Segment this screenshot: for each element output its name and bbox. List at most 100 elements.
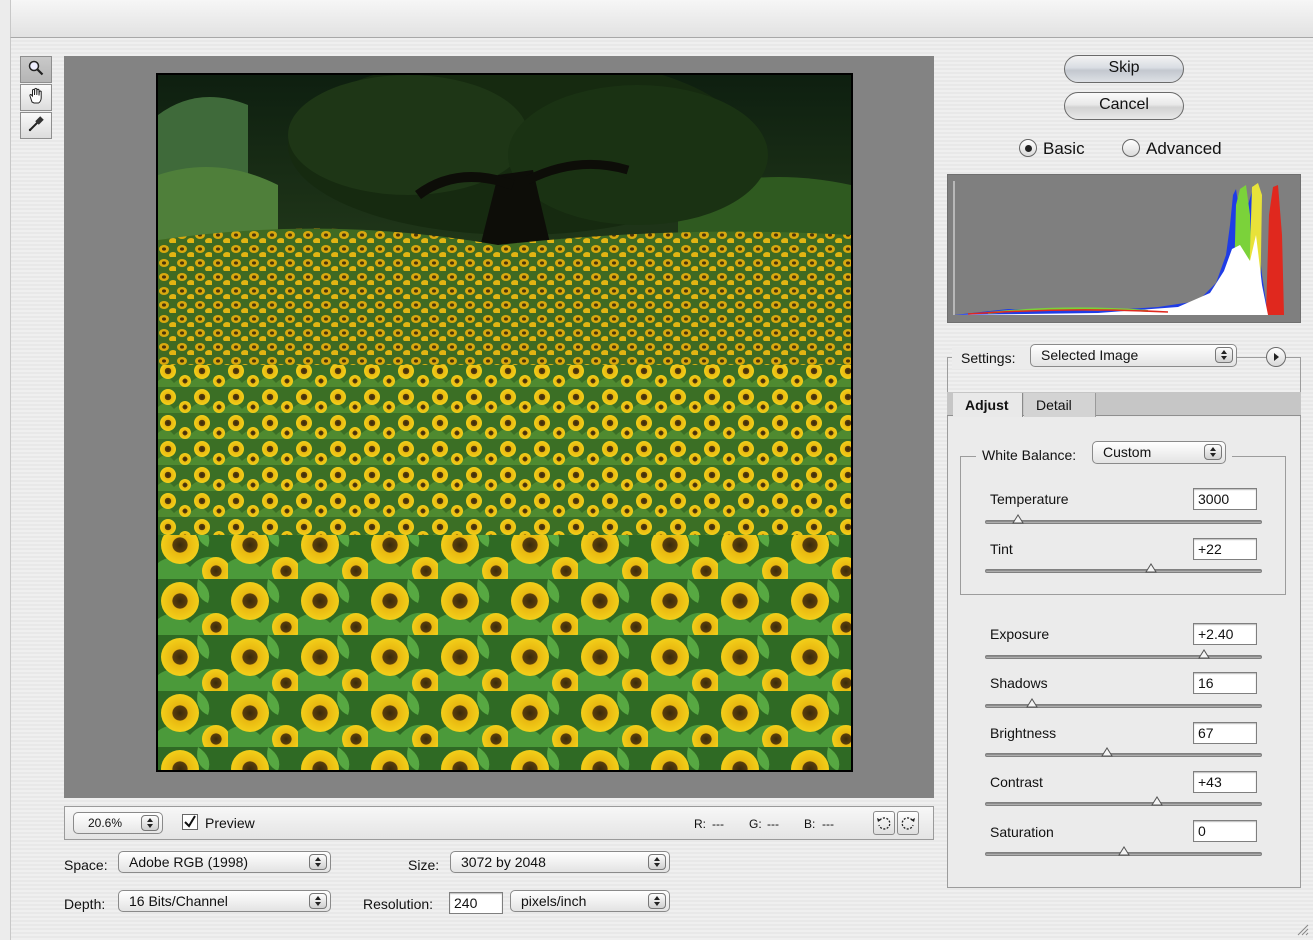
shadows-label: Shadows xyxy=(990,675,1048,691)
brightness-field[interactable]: 67 xyxy=(1193,722,1257,744)
zoom-tool-button[interactable] xyxy=(20,56,52,83)
preview-checkbox[interactable] xyxy=(182,814,198,830)
size-label: Size: xyxy=(408,857,440,873)
eyedropper-icon xyxy=(26,114,46,137)
eyedropper-tool-button[interactable] xyxy=(20,112,52,139)
cancel-button[interactable]: Cancel xyxy=(1064,92,1184,120)
rotate-left-button[interactable] xyxy=(873,811,895,835)
magnifier-icon xyxy=(27,59,45,80)
exposure-field[interactable]: +2.40 xyxy=(1193,623,1257,645)
checkmark-icon xyxy=(184,815,196,828)
shadows-value: 16 xyxy=(1198,675,1214,691)
temperature-label: Temperature xyxy=(990,491,1069,507)
rotate-left-icon xyxy=(877,817,891,830)
basic-mode-radio[interactable] xyxy=(1019,139,1037,157)
temperature-thumb[interactable] xyxy=(1012,514,1025,524)
window-titlebar[interactable] xyxy=(10,0,1313,38)
tab-detail[interactable]: Detail xyxy=(1024,393,1096,417)
rotate-right-icon xyxy=(901,817,915,830)
advanced-mode-radio[interactable] xyxy=(1122,139,1140,157)
temperature-field[interactable]: 3000 xyxy=(1193,488,1257,510)
saturation-label: Saturation xyxy=(990,824,1054,840)
tint-value: +22 xyxy=(1198,541,1222,557)
resolution-field[interactable]: 240 xyxy=(449,892,503,914)
hand-tool-button[interactable] xyxy=(20,84,52,111)
basic-mode-label: Basic xyxy=(1043,139,1085,158)
exposure-track[interactable] xyxy=(985,655,1262,659)
space-label: Space: xyxy=(64,857,108,873)
r-readout-label: R: xyxy=(694,817,706,831)
flyout-arrow-icon xyxy=(1274,353,1279,361)
preview-statusbar: 20.6% Preview R: --- G: --- B: --- xyxy=(64,806,934,840)
saturation-thumb[interactable] xyxy=(1117,846,1130,856)
tint-track[interactable] xyxy=(985,569,1262,573)
settings-menu-button[interactable] xyxy=(1266,347,1286,367)
shadows-thumb[interactable] xyxy=(1026,698,1038,708)
brightness-track[interactable] xyxy=(985,753,1262,757)
histogram xyxy=(947,174,1301,323)
resolution-value: 240 xyxy=(454,895,478,911)
zoom-level-select[interactable]: 20.6% xyxy=(73,812,163,834)
settings-select[interactable]: Selected Image xyxy=(1030,344,1237,367)
histogram-graph xyxy=(953,181,1284,315)
sunflower-photo xyxy=(158,75,851,770)
white-balance-select[interactable]: Custom xyxy=(1092,441,1226,464)
exposure-thumb[interactable] xyxy=(1197,649,1210,659)
skip-button[interactable]: Skip xyxy=(1064,55,1184,83)
depth-value: 16 Bits/Channel xyxy=(129,893,228,909)
radio-selected-icon xyxy=(1024,144,1032,152)
updown-arrows-icon xyxy=(1215,347,1233,363)
tint-thumb[interactable] xyxy=(1145,563,1158,573)
contrast-field[interactable]: +43 xyxy=(1193,771,1257,793)
temperature-track[interactable] xyxy=(985,520,1262,524)
updown-arrows-icon xyxy=(309,893,327,909)
white-balance-group xyxy=(960,456,1286,595)
space-value: Adobe RGB (1998) xyxy=(129,854,249,870)
tint-field[interactable]: +22 xyxy=(1193,538,1257,560)
white-balance-label: White Balance: xyxy=(982,447,1077,463)
size-select[interactable]: 3072 by 2048 xyxy=(450,851,670,873)
preview-image[interactable] xyxy=(156,73,853,772)
zoom-level-value: 20.6% xyxy=(88,816,123,830)
resize-grip-icon[interactable] xyxy=(1293,920,1309,936)
resolution-unit-select[interactable]: pixels/inch xyxy=(510,890,670,912)
contrast-track[interactable] xyxy=(985,802,1262,806)
updown-arrows-icon xyxy=(648,893,666,909)
contrast-value: +43 xyxy=(1198,774,1222,790)
r-readout-value: --- xyxy=(712,817,724,831)
settings-label: Settings: xyxy=(961,350,1016,366)
white-balance-value: Custom xyxy=(1103,444,1152,460)
saturation-field[interactable]: 0 xyxy=(1193,820,1257,842)
updown-arrows-icon xyxy=(141,815,159,831)
tint-label: Tint xyxy=(990,541,1013,557)
brightness-thumb[interactable] xyxy=(1100,747,1113,757)
tab-adjust[interactable]: Adjust xyxy=(953,393,1023,417)
size-value: 3072 by 2048 xyxy=(461,854,546,870)
preview-label: Preview xyxy=(205,815,255,831)
g-readout-label: G: xyxy=(749,817,762,831)
space-select[interactable]: Adobe RGB (1998) xyxy=(118,851,331,873)
brightness-label: Brightness xyxy=(990,725,1057,741)
updown-arrows-icon xyxy=(648,854,666,870)
updown-arrows-icon xyxy=(309,854,327,870)
shadows-field[interactable]: 16 xyxy=(1193,672,1257,694)
contrast-thumb[interactable] xyxy=(1150,796,1163,806)
resolution-unit-value: pixels/inch xyxy=(521,893,587,909)
b-readout-label: B: xyxy=(804,817,816,831)
depth-label: Depth: xyxy=(64,896,106,912)
saturation-value: 0 xyxy=(1198,823,1206,839)
tool-palette xyxy=(20,56,54,140)
advanced-mode-label: Advanced xyxy=(1146,139,1222,158)
settings-value: Selected Image xyxy=(1041,347,1139,363)
rotate-right-button[interactable] xyxy=(897,811,919,835)
hand-icon xyxy=(26,86,46,109)
resolution-label: Resolution: xyxy=(363,896,434,912)
exposure-label: Exposure xyxy=(990,626,1050,642)
tab-adjust-label: Adjust xyxy=(965,397,1009,413)
depth-select[interactable]: 16 Bits/Channel xyxy=(118,890,331,912)
tab-detail-label: Detail xyxy=(1036,397,1072,413)
temperature-value: 3000 xyxy=(1198,491,1230,507)
b-readout-value: --- xyxy=(822,817,834,831)
brightness-value: 67 xyxy=(1198,725,1214,741)
g-readout-value: --- xyxy=(767,817,779,831)
